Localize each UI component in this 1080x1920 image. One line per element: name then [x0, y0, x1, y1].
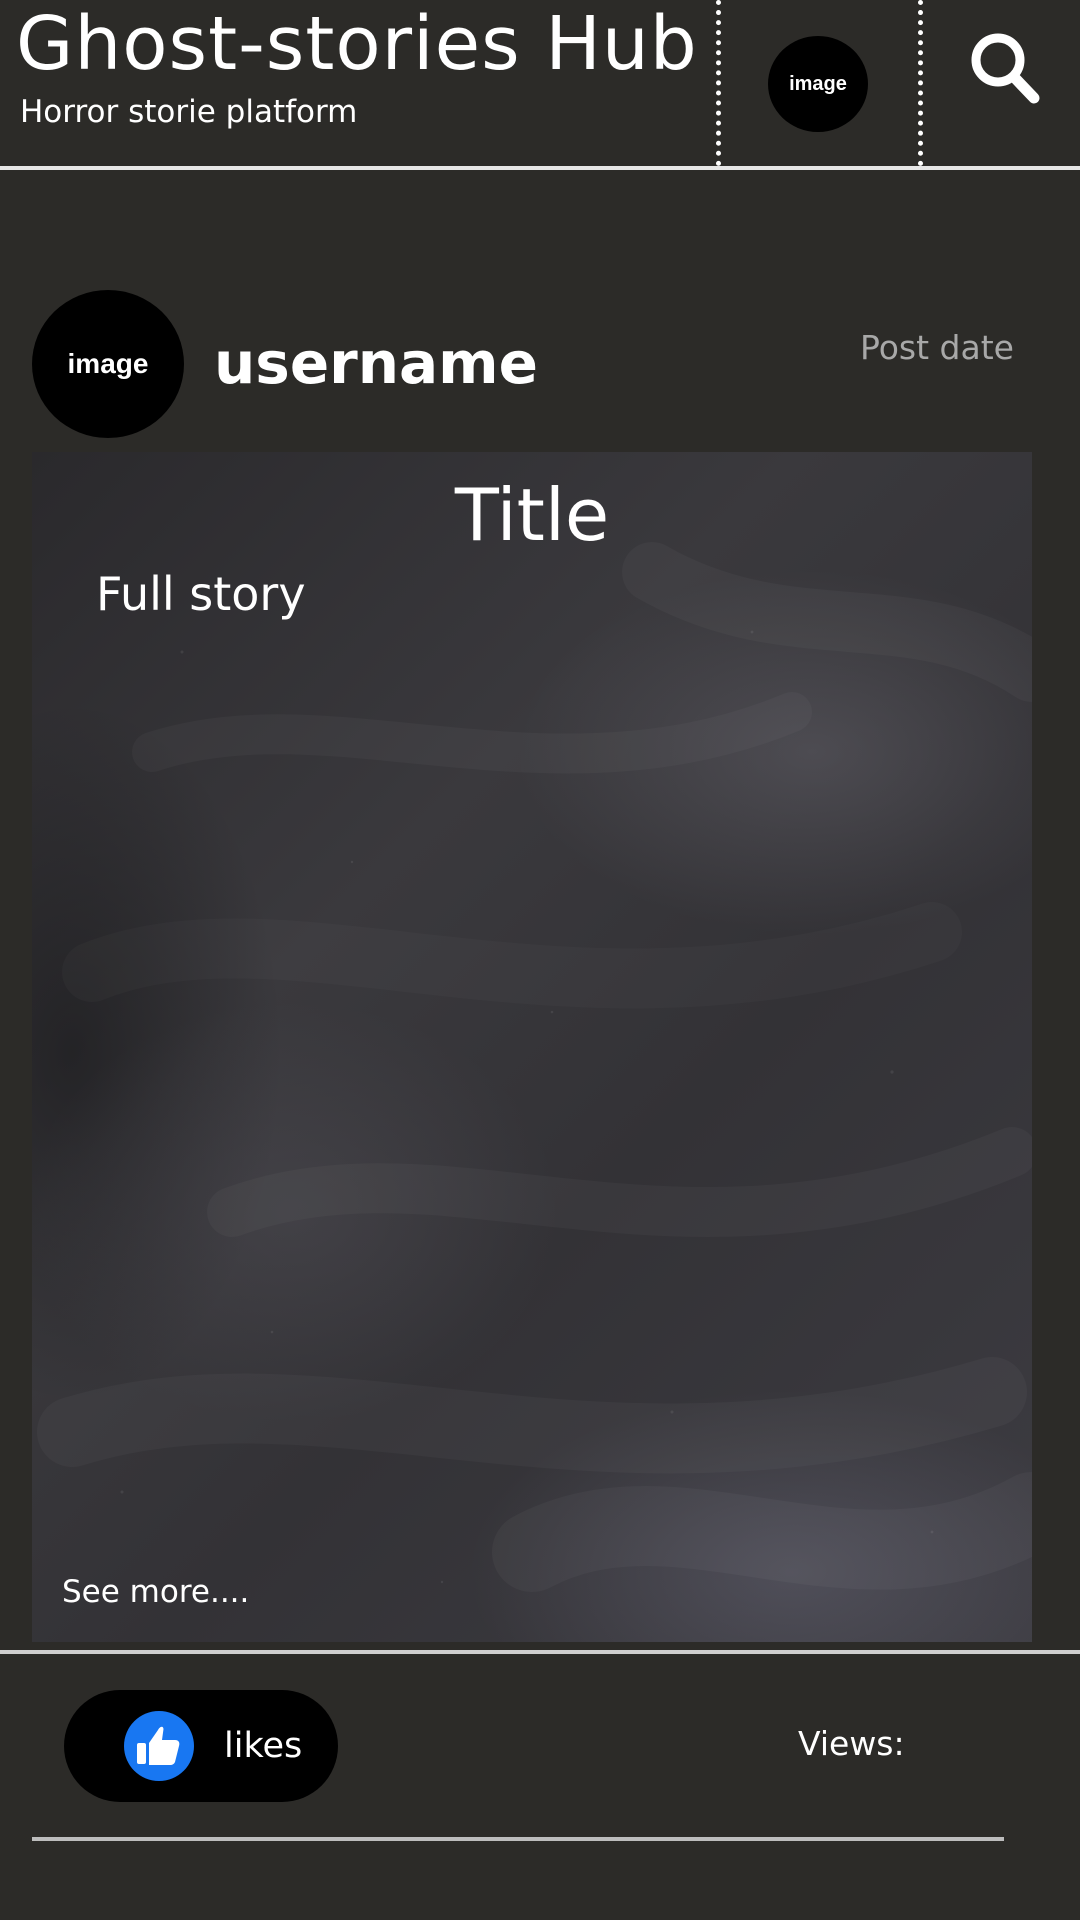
- header-divider-right: [918, 0, 923, 166]
- footer-divider-top: [0, 1650, 1080, 1654]
- story-body: Full story: [96, 567, 306, 621]
- views-label: Views:: [798, 1724, 905, 1763]
- header-divider-left: [716, 0, 721, 166]
- see-more-link[interactable]: See more....: [62, 1574, 249, 1610]
- post-author-avatar-label: image: [67, 348, 149, 379]
- like-button[interactable]: likes: [64, 1690, 338, 1802]
- user-avatar-label: image: [789, 72, 847, 95]
- page: Ghost-stories Hub Horror storie platform…: [0, 0, 1080, 1920]
- search-icon: [971, 33, 1040, 104]
- chalkboard-texture: [120, 630, 934, 1584]
- story-card[interactable]: Title Full story See more....: [32, 452, 1032, 1642]
- post-username[interactable]: username: [214, 328, 538, 398]
- thumbs-up-icon: [124, 1711, 194, 1781]
- search-button[interactable]: [966, 26, 1046, 110]
- user-avatar[interactable]: image: [768, 36, 868, 132]
- app-title: Ghost-stories Hub: [16, 1, 698, 87]
- app-subtitle: Horror storie platform: [20, 94, 358, 130]
- likes-label: likes: [224, 1726, 303, 1766]
- post-date: Post date: [860, 328, 1014, 367]
- footer-divider-bottom: [32, 1837, 1004, 1841]
- post-author-avatar[interactable]: image: [32, 290, 184, 438]
- app-header: Ghost-stories Hub Horror storie platform…: [0, 0, 1080, 170]
- story-title: Title: [454, 473, 610, 557]
